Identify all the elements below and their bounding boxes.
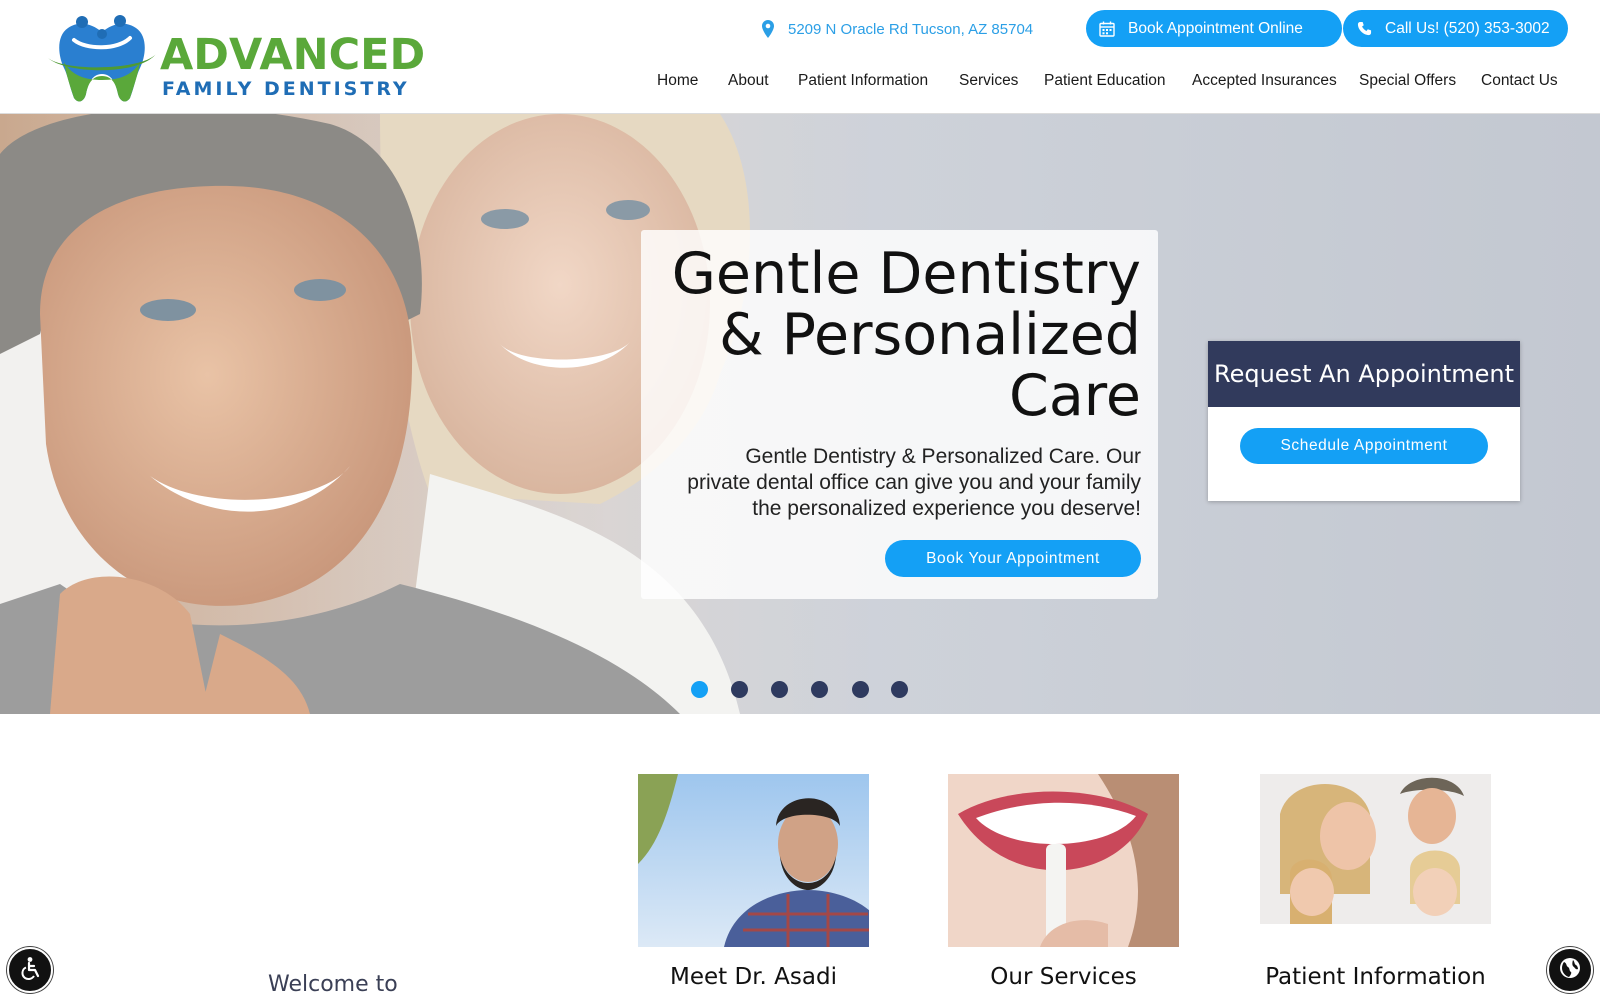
tile-caption-patient-information: Patient Information — [1265, 964, 1486, 990]
map-pin-icon — [762, 20, 774, 38]
accessibility-button[interactable] — [7, 947, 53, 993]
tile-our-services[interactable]: Our Services — [948, 774, 1179, 990]
whitening-shade-image — [948, 774, 1179, 947]
book-appointment-online-button[interactable]: Book Appointment Online — [1086, 10, 1342, 47]
slider-dot-2[interactable] — [731, 681, 748, 698]
nav-item-patient-education[interactable]: Patient Education — [1044, 72, 1166, 90]
tile-meet-doctor[interactable]: Meet Dr. Asadi — [638, 774, 869, 990]
slider-dot-3[interactable] — [771, 681, 788, 698]
nav-item-about[interactable]: About — [728, 72, 769, 90]
slider-dot-1[interactable] — [691, 681, 708, 698]
hero-title-line-1: Gentle Dentistry — [671, 241, 1141, 307]
slider-dot-5[interactable] — [852, 681, 869, 698]
tile-caption-our-services: Our Services — [990, 964, 1137, 990]
site-header: ADVANCED FAMILY DENTISTRY 5209 N Oracle … — [0, 0, 1600, 114]
call-us-label: Call Us! (520) 353-3002 — [1385, 19, 1550, 37]
accessibility-icon — [17, 955, 43, 986]
nav-item-contact-us[interactable]: Contact Us — [1481, 72, 1558, 90]
slider-dot-4[interactable] — [811, 681, 828, 698]
schedule-appointment-button[interactable]: Schedule Appointment — [1240, 428, 1488, 464]
book-appointment-online-label: Book Appointment Online — [1128, 19, 1303, 37]
office-address[interactable]: 5209 N Oracle Rd Tucson, AZ 85704 — [762, 16, 1033, 42]
tile-caption-meet-doctor: Meet Dr. Asadi — [670, 964, 837, 990]
welcome-heading: Welcome to — [268, 972, 398, 997]
nav-item-accepted-insurances[interactable]: Accepted Insurances — [1192, 72, 1337, 90]
nav-item-patient-information[interactable]: Patient Information — [798, 72, 928, 90]
request-appointment-widget: Request An Appointment Schedule Appointm… — [1208, 341, 1520, 501]
nav-item-special-offers[interactable]: Special Offers — [1359, 72, 1456, 90]
hero-subtitle: Gentle Dentistry & Personalized Care. Ou… — [687, 445, 1141, 520]
tile-patient-information[interactable]: Patient Information — [1260, 774, 1491, 990]
main-navigation: Home About Patient Information Services … — [0, 72, 1600, 94]
phone-icon — [1355, 20, 1373, 38]
hero-title-line-2: & Personalized — [719, 302, 1141, 368]
hero-title: Gentle Dentistry & Personalized Care — [661, 244, 1141, 427]
slider-pagination — [0, 681, 1600, 699]
globe-icon — [1558, 956, 1582, 985]
doctor-portrait-image — [638, 774, 869, 947]
family-photo-image — [1260, 774, 1491, 947]
nav-item-services[interactable]: Services — [959, 72, 1018, 90]
hero-title-line-3: Care — [1009, 363, 1141, 429]
hero-caption-card: Gentle Dentistry & Personalized Care Gen… — [641, 230, 1158, 599]
nav-item-home[interactable]: Home — [657, 72, 698, 90]
logo-wordmark-primary: ADVANCED — [160, 30, 426, 80]
address-text: 5209 N Oracle Rd Tucson, AZ 85704 — [788, 20, 1034, 38]
request-appointment-heading: Request An Appointment — [1208, 341, 1520, 407]
slider-dot-6[interactable] — [891, 681, 908, 698]
calendar-icon — [1098, 20, 1116, 38]
book-your-appointment-button[interactable]: Book Your Appointment — [885, 540, 1141, 577]
call-us-button[interactable]: Call Us! (520) 353-3002 — [1343, 10, 1568, 47]
language-globe-button[interactable] — [1547, 947, 1593, 993]
hero-slider: Gentle Dentistry & Personalized Care Gen… — [0, 114, 1600, 714]
